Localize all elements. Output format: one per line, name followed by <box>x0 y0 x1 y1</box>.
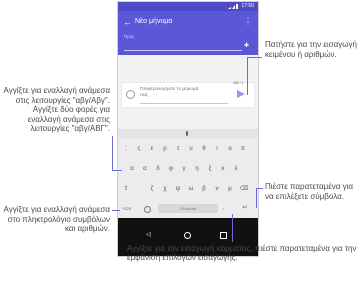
status-bar: 17:50 <box>118 2 258 11</box>
annotation-text-entry: Πατήστε για την εισαγωγή κειμένου ή αριθ… <box>265 40 357 59</box>
key[interactable]: ω <box>185 183 197 196</box>
nav-home-icon[interactable] <box>184 232 191 239</box>
back-arrow-icon[interactable]: ← <box>123 17 132 27</box>
callout-line-symbols-vertical <box>256 188 257 208</box>
key[interactable]: ι <box>211 143 223 156</box>
key[interactable]: χ <box>159 183 171 196</box>
callout-line-shift <box>112 170 122 171</box>
key[interactable]: ς <box>133 143 145 156</box>
key[interactable]: ν <box>211 183 223 196</box>
backspace-key-icon[interactable]: ⌫ <box>238 183 250 196</box>
page-title: Νέο μήνυμα <box>135 18 173 25</box>
key[interactable]: τ <box>172 143 184 156</box>
shift-key-icon[interactable]: ⇧ <box>120 183 132 196</box>
key[interactable]: γ <box>178 163 190 176</box>
key[interactable]: δ <box>152 163 164 176</box>
send-icon[interactable] <box>237 90 245 98</box>
key[interactable]: α <box>126 163 138 176</box>
microphone-icon[interactable] <box>186 131 188 136</box>
comma-key[interactable]: , <box>223 205 224 211</box>
callout-line-top-right <box>248 57 262 58</box>
key[interactable]: ξ <box>204 163 216 176</box>
key[interactable]: ρ <box>159 143 171 156</box>
key[interactable]: β <box>198 183 210 196</box>
annotation-long-press-symbols: Πιέστε παρατεταμένα για να επιλέξετε σύμ… <box>265 182 354 201</box>
globe-icon[interactable] <box>144 206 151 213</box>
key[interactable]: κ <box>217 163 229 176</box>
app-bar: ← Νέο μήνυμα ⋮ Προς ✚ <box>118 11 258 55</box>
space-key[interactable]: Ελληνικά <box>158 204 218 213</box>
nav-back-icon[interactable]: ◁ <box>146 231 151 238</box>
suggestion-bar <box>118 129 258 138</box>
add-contact-icon[interactable]: ✚ <box>244 42 249 49</box>
key[interactable]: φ <box>165 163 177 176</box>
key[interactable]: ο <box>224 143 236 156</box>
key[interactable]: θ <box>198 143 210 156</box>
callout-line-top-right-vertical <box>247 57 248 95</box>
annotation-symbols-numbers: Αγγίξτε για εναλλαγή ανάμεσα στο πληκτρο… <box>3 205 110 233</box>
compose-underline <box>140 103 228 104</box>
emoji-icon[interactable] <box>126 90 135 99</box>
callout-line-123 <box>112 210 120 211</box>
key[interactable]: ; <box>120 143 132 156</box>
key[interactable]: π <box>237 143 249 156</box>
key[interactable]: ε <box>146 143 158 156</box>
enter-key-icon[interactable]: ↵ <box>238 204 252 214</box>
key[interactable]: ζ <box>146 183 158 196</box>
recipient-label[interactable]: Προς <box>124 34 134 39</box>
key[interactable]: ψ <box>172 183 184 196</box>
nav-recent-apps-icon[interactable] <box>220 232 227 239</box>
annotation-comma-key: Αγγίξτε για την εισαγωγή κόμματος, πιέστ… <box>127 244 357 262</box>
callout-line-symbols <box>256 188 263 189</box>
symbols-key[interactable]: ?123 <box>122 206 131 211</box>
key[interactable]: υ <box>185 143 197 156</box>
more-vertical-icon[interactable]: ⋮ <box>244 17 252 26</box>
callout-line-shift-vertical <box>112 136 113 170</box>
key[interactable]: σ <box>139 163 151 176</box>
callout-line-comma <box>232 214 233 242</box>
key[interactable]: η <box>191 163 203 176</box>
key[interactable]: λ <box>230 163 242 176</box>
recipient-underline <box>124 50 242 51</box>
annotation-shift-key: Αγγίξτε για εναλλαγή ανάμεσα στις λειτου… <box>3 86 110 133</box>
character-counter: 160 / 1 <box>233 81 244 85</box>
message-input[interactable] <box>140 87 202 101</box>
status-time: 17:50 <box>241 3 254 9</box>
signal-icon <box>228 4 238 9</box>
key[interactable]: μ <box>224 183 236 196</box>
